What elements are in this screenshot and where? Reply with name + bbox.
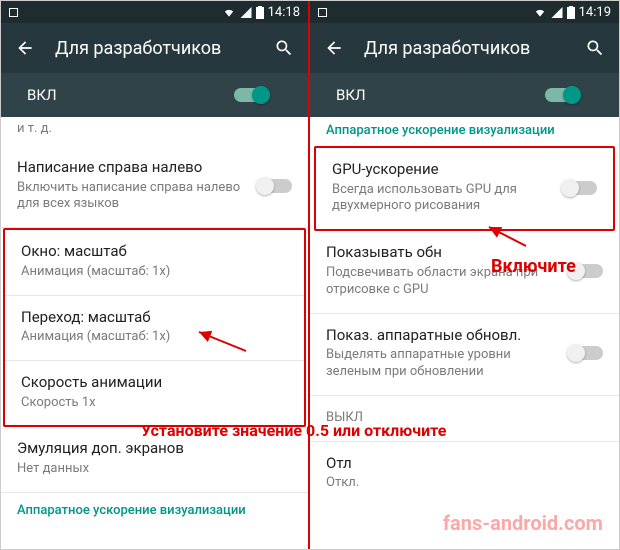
wifi-icon xyxy=(222,7,236,18)
master-toggle-label: ВКЛ xyxy=(27,86,234,104)
signal-icon xyxy=(551,7,563,18)
watermark: fans-android.com xyxy=(443,511,603,535)
page-title: Для разработчиков xyxy=(364,38,565,59)
anim-speed-title: Скорость анимации xyxy=(21,373,288,393)
clock: 14:18 xyxy=(268,5,300,20)
anim-speed-sub: Скорость 1x xyxy=(21,395,288,412)
transition-scale-row[interactable]: Переход: масштаб Анимация (масштаб: 1x) xyxy=(5,296,304,361)
rtl-layout-row[interactable]: Написание справа налево Включить написан… xyxy=(1,146,308,228)
master-toggle-switch[interactable] xyxy=(234,88,268,102)
secondary-display-sub: Нет данных xyxy=(17,461,292,478)
gpu-accel-highlight: GPU-ускорение Всегда использовать GPU дл… xyxy=(314,146,615,231)
window-scale-row[interactable]: Окно: масштаб Анимация (масштаб: 1x) xyxy=(5,230,304,295)
rtl-switch[interactable] xyxy=(258,179,292,193)
signal-icon xyxy=(240,7,252,18)
hw-accel-section-header: Аппаратное ускорение визуализации xyxy=(1,493,308,524)
statusbar: 14:18 xyxy=(1,1,308,23)
hw-updates-switch[interactable] xyxy=(569,346,603,360)
annotation-set-value: Установите значение 0.5 или отключите xyxy=(141,421,446,440)
gpu-accel-row[interactable]: GPU-ускорение Всегда использовать GPU дл… xyxy=(316,148,613,229)
master-toggle-row[interactable]: ВКЛ xyxy=(310,73,619,117)
appbar: Для разработчиков xyxy=(1,23,308,73)
master-toggle-row[interactable]: ВКЛ xyxy=(1,73,308,117)
wifi-icon xyxy=(533,7,547,18)
gpu-accel-switch[interactable] xyxy=(563,181,597,195)
hw-updates-row[interactable]: Показ. аппаратные обновл. Выделять аппар… xyxy=(310,314,619,396)
annotation-enable: Включите xyxy=(491,256,576,277)
hw-accel-section-header: Аппаратное ускорение визуализации xyxy=(310,117,619,144)
appbar: Для разработчиков xyxy=(310,23,619,73)
battery-icon xyxy=(256,6,264,19)
gpu-accel-sub: Всегда использовать GPU для двухмерного … xyxy=(332,182,553,216)
page-title: Для разработчиков xyxy=(55,38,254,59)
statusbar: 14:19 xyxy=(310,1,619,23)
arrow-to-animation-box xyxy=(191,326,251,356)
back-icon[interactable] xyxy=(15,38,35,58)
battery-icon xyxy=(567,6,575,19)
anim-speed-row[interactable]: Скорость анимации Скорость 1x xyxy=(5,361,304,425)
transition-scale-title: Переход: масштаб xyxy=(21,308,288,328)
rtl-sub: Включить написание справа налево для все… xyxy=(17,180,248,214)
window-scale-sub: Анимация (масштаб: 1x) xyxy=(21,264,288,281)
window-scale-title: Окно: масштаб xyxy=(21,242,288,262)
master-toggle-switch[interactable] xyxy=(545,88,579,102)
hw-updates-title: Показ. аппаратные обновл. xyxy=(326,326,559,346)
master-toggle-label: ВКЛ xyxy=(336,86,545,104)
arrow-to-gpu-accel xyxy=(481,221,531,251)
partial-title-2: Отл xyxy=(326,454,603,474)
partial-row-2[interactable]: Отл Откл. xyxy=(310,442,619,506)
hw-updates-sub: Выделять аппаратные уровни зеленым при о… xyxy=(326,347,559,381)
animation-scale-highlight: Окно: масштаб Анимация (масштаб: 1x) Пер… xyxy=(3,228,306,427)
truncated-text: и т. д. xyxy=(1,117,308,146)
gpu-accel-title: GPU-ускорение xyxy=(332,160,553,180)
app-badge-icon xyxy=(9,8,18,17)
search-icon[interactable] xyxy=(274,38,294,58)
partial-sub-2: Откл. xyxy=(326,475,603,492)
search-icon[interactable] xyxy=(585,38,605,58)
clock: 14:19 xyxy=(579,5,611,20)
secondary-display-title: Эмуляция доп. экранов xyxy=(17,439,292,459)
rtl-title: Написание справа налево xyxy=(17,158,248,178)
phone-left: 14:18 Для разработчиков ВКЛ и т. д. Напи… xyxy=(1,1,310,549)
back-icon[interactable] xyxy=(324,38,344,58)
app-badge-icon xyxy=(318,8,327,17)
